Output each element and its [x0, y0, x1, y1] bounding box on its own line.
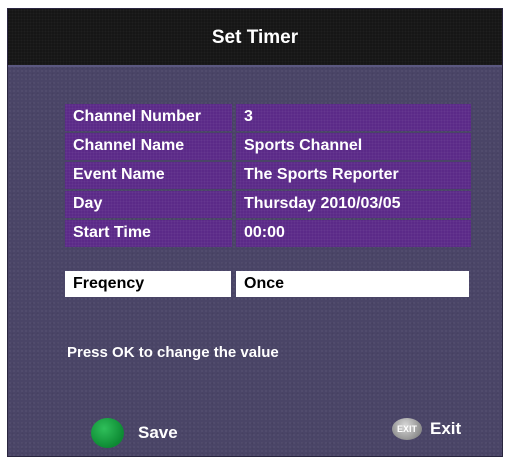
green-circle-icon: [91, 418, 124, 448]
title-bar: Set Timer: [8, 9, 502, 67]
info-label: Channel Number: [65, 104, 232, 131]
exit-icon: EXIT: [392, 418, 422, 440]
save-label: Save: [138, 423, 178, 442]
frequency-row-selected[interactable]: Freqency Once: [65, 271, 469, 297]
info-value: The Sports Reporter: [236, 162, 471, 189]
timer-info-table: Channel Number 3 Channel Name Sports Cha…: [65, 103, 471, 248]
info-value: Sports Channel: [236, 133, 471, 160]
info-value: Thursday 2010/03/05: [236, 191, 471, 218]
info-row-channel-number[interactable]: Channel Number 3: [65, 103, 471, 132]
info-row-channel-name[interactable]: Channel Name Sports Channel: [65, 132, 471, 161]
info-row-day[interactable]: Day Thursday 2010/03/05: [65, 190, 471, 219]
hint-text: Press OK to change the value: [67, 344, 279, 361]
info-row-event-name[interactable]: Event Name The Sports Reporter: [65, 161, 471, 190]
exit-label: Exit: [430, 419, 462, 438]
frequency-value[interactable]: Once: [236, 271, 469, 297]
info-row-start-time[interactable]: Start Time 00:00: [65, 219, 471, 248]
save-button[interactable]: Save: [91, 418, 178, 448]
frequency-label: Freqency: [65, 271, 231, 297]
info-label: Start Time: [65, 220, 232, 247]
info-label: Event Name: [65, 162, 232, 189]
info-label: Channel Name: [65, 133, 232, 160]
page-title: Set Timer: [211, 27, 299, 48]
set-timer-screen: Set Timer Channel Number 3 Channel Name …: [7, 8, 503, 457]
info-label: Day: [65, 191, 232, 218]
exit-button[interactable]: EXIT Exit: [392, 418, 461, 440]
info-value: 00:00: [236, 220, 471, 247]
info-value: 3: [236, 104, 471, 131]
